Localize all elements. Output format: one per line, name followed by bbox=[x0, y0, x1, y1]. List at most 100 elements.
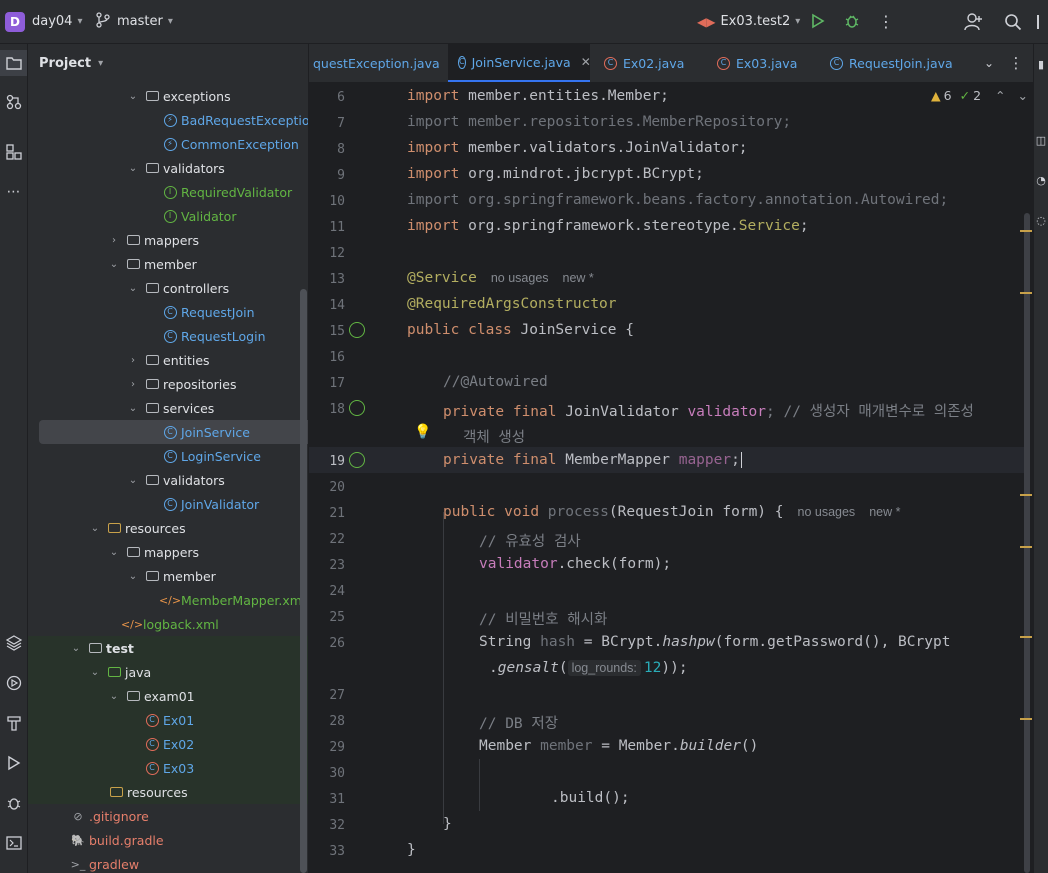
tab-ex03[interactable]: C Ex03.java bbox=[717, 44, 797, 82]
tree-folder[interactable]: ⌄ member bbox=[28, 252, 308, 276]
more-tools-icon[interactable]: ⋯ bbox=[0, 180, 27, 204]
line-number: 14 bbox=[329, 298, 345, 313]
add-user-icon[interactable] bbox=[963, 11, 985, 33]
services-icon[interactable] bbox=[0, 671, 27, 695]
tree-file[interactable]: ⚡ CommonException bbox=[28, 132, 308, 156]
tree-folder[interactable]: ⌄ validators bbox=[28, 156, 308, 180]
error-stripe-marker[interactable] bbox=[1020, 636, 1032, 638]
run-config-selector[interactable]: ◀▶ Ex03.test2 ▾ bbox=[697, 0, 800, 43]
line-number: 19 bbox=[329, 454, 345, 469]
tab-join-service[interactable]: C JoinService.java ✕ bbox=[448, 44, 591, 82]
error-stripe-marker[interactable] bbox=[1020, 292, 1032, 294]
tree-folder[interactable]: › repositories bbox=[28, 372, 308, 396]
more-tabs-icon[interactable]: ⋮ bbox=[1006, 53, 1026, 73]
tree-folder[interactable]: ⌄ exam01 bbox=[28, 684, 308, 708]
editor-tabs: questException.java C JoinService.java ✕… bbox=[309, 44, 1034, 83]
tree-folder[interactable]: ⌄ controllers bbox=[28, 276, 308, 300]
line-number: 13 bbox=[329, 272, 345, 287]
folder-icon[interactable] bbox=[0, 50, 27, 76]
run-icon[interactable] bbox=[808, 11, 828, 31]
settings-icon[interactable] bbox=[1036, 11, 1048, 33]
debug-tool-icon[interactable] bbox=[0, 791, 27, 815]
tree-file[interactable]: </> logback.xml bbox=[28, 612, 308, 636]
tree-folder[interactable]: ⌄ test bbox=[28, 636, 308, 660]
chevron-down-icon: ⌄ bbox=[128, 474, 138, 486]
indent-guide bbox=[443, 512, 444, 824]
tree-folder[interactable]: ⌄ member bbox=[28, 564, 308, 588]
error-stripe-marker[interactable] bbox=[1020, 546, 1032, 548]
line-number: 11 bbox=[329, 220, 345, 235]
tree-folder[interactable]: resources bbox=[28, 780, 308, 804]
tree-folder[interactable]: ⌄ services bbox=[28, 396, 308, 420]
ai-assistant-icon[interactable]: ◌ bbox=[1034, 210, 1048, 230]
terminal-icon[interactable] bbox=[0, 831, 27, 855]
tree-file[interactable]: I Validator bbox=[28, 204, 308, 228]
debug-icon[interactable] bbox=[842, 11, 862, 31]
tree-folder[interactable]: ⌄ exceptions bbox=[28, 84, 308, 108]
tree-file[interactable]: </> MemberMapper.xml bbox=[28, 588, 308, 612]
intention-bulb-icon[interactable]: 💡 bbox=[414, 424, 431, 440]
build-hammer-icon[interactable] bbox=[0, 711, 27, 735]
tree-folder[interactable]: ⌄ validators bbox=[28, 468, 308, 492]
tree-file[interactable]: C Ex02 bbox=[28, 732, 308, 756]
error-stripe-marker[interactable] bbox=[1020, 718, 1032, 720]
class-icon: C bbox=[830, 56, 843, 70]
error-stripe-marker[interactable] bbox=[1020, 494, 1032, 496]
autowired-bean-icon[interactable] bbox=[349, 452, 365, 468]
tab-ex02[interactable]: C Ex02.java bbox=[604, 44, 684, 82]
tree-file[interactable]: >_ gradlew bbox=[28, 852, 308, 873]
tree-file[interactable]: ⊘ .gitignore bbox=[28, 804, 308, 828]
project-selector[interactable]: D day04 ▾ bbox=[5, 0, 83, 43]
test-class-icon: C bbox=[144, 712, 160, 728]
tree-folder[interactable]: ⌄ resources bbox=[28, 516, 308, 540]
tree-file[interactable]: C LoginService bbox=[28, 444, 308, 468]
structure-icon[interactable] bbox=[0, 140, 27, 164]
bean-icon[interactable] bbox=[349, 322, 365, 338]
chevron-down-icon: ⌄ bbox=[71, 642, 81, 654]
autowired-bean-icon[interactable] bbox=[349, 400, 365, 416]
inspections-widget[interactable]: ▲ 6 ✓ 2 ⌃ ⌄ bbox=[931, 88, 1028, 103]
branch-selector[interactable]: master ▾ bbox=[96, 0, 173, 43]
chevron-right-icon: › bbox=[131, 378, 135, 390]
run-tool-icon[interactable] bbox=[0, 751, 27, 775]
script-file-icon: >_ bbox=[70, 857, 86, 871]
tree-folder[interactable]: ⌄ mappers bbox=[28, 540, 308, 564]
tree-file-selected[interactable]: C JoinService bbox=[39, 420, 308, 444]
chevron-down-icon[interactable]: ⌄ bbox=[979, 53, 999, 73]
code-editor[interactable]: ▲ 6 ✓ 2 ⌃ ⌄ 6 7 8 9 10 11 12 13 14 15 16 17 18 19 20 21… bbox=[309, 83, 1034, 873]
tree-file[interactable]: I RequiredValidator bbox=[28, 180, 308, 204]
project-scrollbar[interactable] bbox=[300, 289, 307, 873]
tab-request-exception[interactable]: questException.java bbox=[309, 44, 447, 82]
chevron-down-icon: ⌄ bbox=[109, 690, 119, 702]
package-folder-icon bbox=[125, 256, 141, 272]
tree-folder[interactable]: › mappers bbox=[28, 228, 308, 252]
more-actions-icon[interactable]: ⋮ bbox=[876, 11, 896, 31]
line-number: 28 bbox=[329, 714, 345, 729]
gradle-tool-icon[interactable]: ◔ bbox=[1034, 170, 1048, 190]
project-panel-header[interactable]: Project ▾ bbox=[28, 44, 308, 82]
tree-file[interactable]: C Ex01 bbox=[28, 708, 308, 732]
tab-request-join[interactable]: C RequestJoin.java bbox=[830, 44, 953, 82]
editor-scrollbar[interactable] bbox=[1024, 213, 1030, 873]
tree-file[interactable]: C JoinValidator bbox=[28, 492, 308, 516]
exception-class-icon: ⚡ bbox=[162, 112, 178, 128]
run-config-name: Ex03.test2 bbox=[720, 14, 791, 29]
database-icon[interactable]: ◫ bbox=[1034, 130, 1048, 150]
class-icon: C bbox=[162, 304, 178, 320]
commit-icon[interactable] bbox=[0, 90, 27, 114]
tree-file[interactable]: 🐘 build.gradle bbox=[28, 828, 308, 852]
search-icon[interactable] bbox=[1002, 11, 1024, 33]
tree-file[interactable]: C RequestLogin bbox=[28, 324, 308, 348]
tree-file[interactable]: C Ex03 bbox=[28, 756, 308, 780]
notifications-icon[interactable]: ▮ bbox=[1034, 54, 1048, 74]
tree-file[interactable]: ⚡ BadRequestException bbox=[28, 108, 308, 132]
tree-file[interactable]: C RequestJoin bbox=[28, 300, 308, 324]
close-icon[interactable]: ✕ bbox=[581, 55, 591, 69]
layers-icon[interactable] bbox=[0, 631, 27, 655]
tree-folder[interactable]: › entities bbox=[28, 348, 308, 372]
error-stripe-marker[interactable] bbox=[1020, 230, 1032, 232]
next-highlight-icon[interactable]: ⌄ bbox=[1018, 88, 1028, 103]
test-config-icon: ◀▶ bbox=[697, 14, 716, 29]
tree-folder[interactable]: ⌄ java bbox=[28, 660, 308, 684]
previous-highlight-icon[interactable]: ⌃ bbox=[995, 88, 1005, 103]
